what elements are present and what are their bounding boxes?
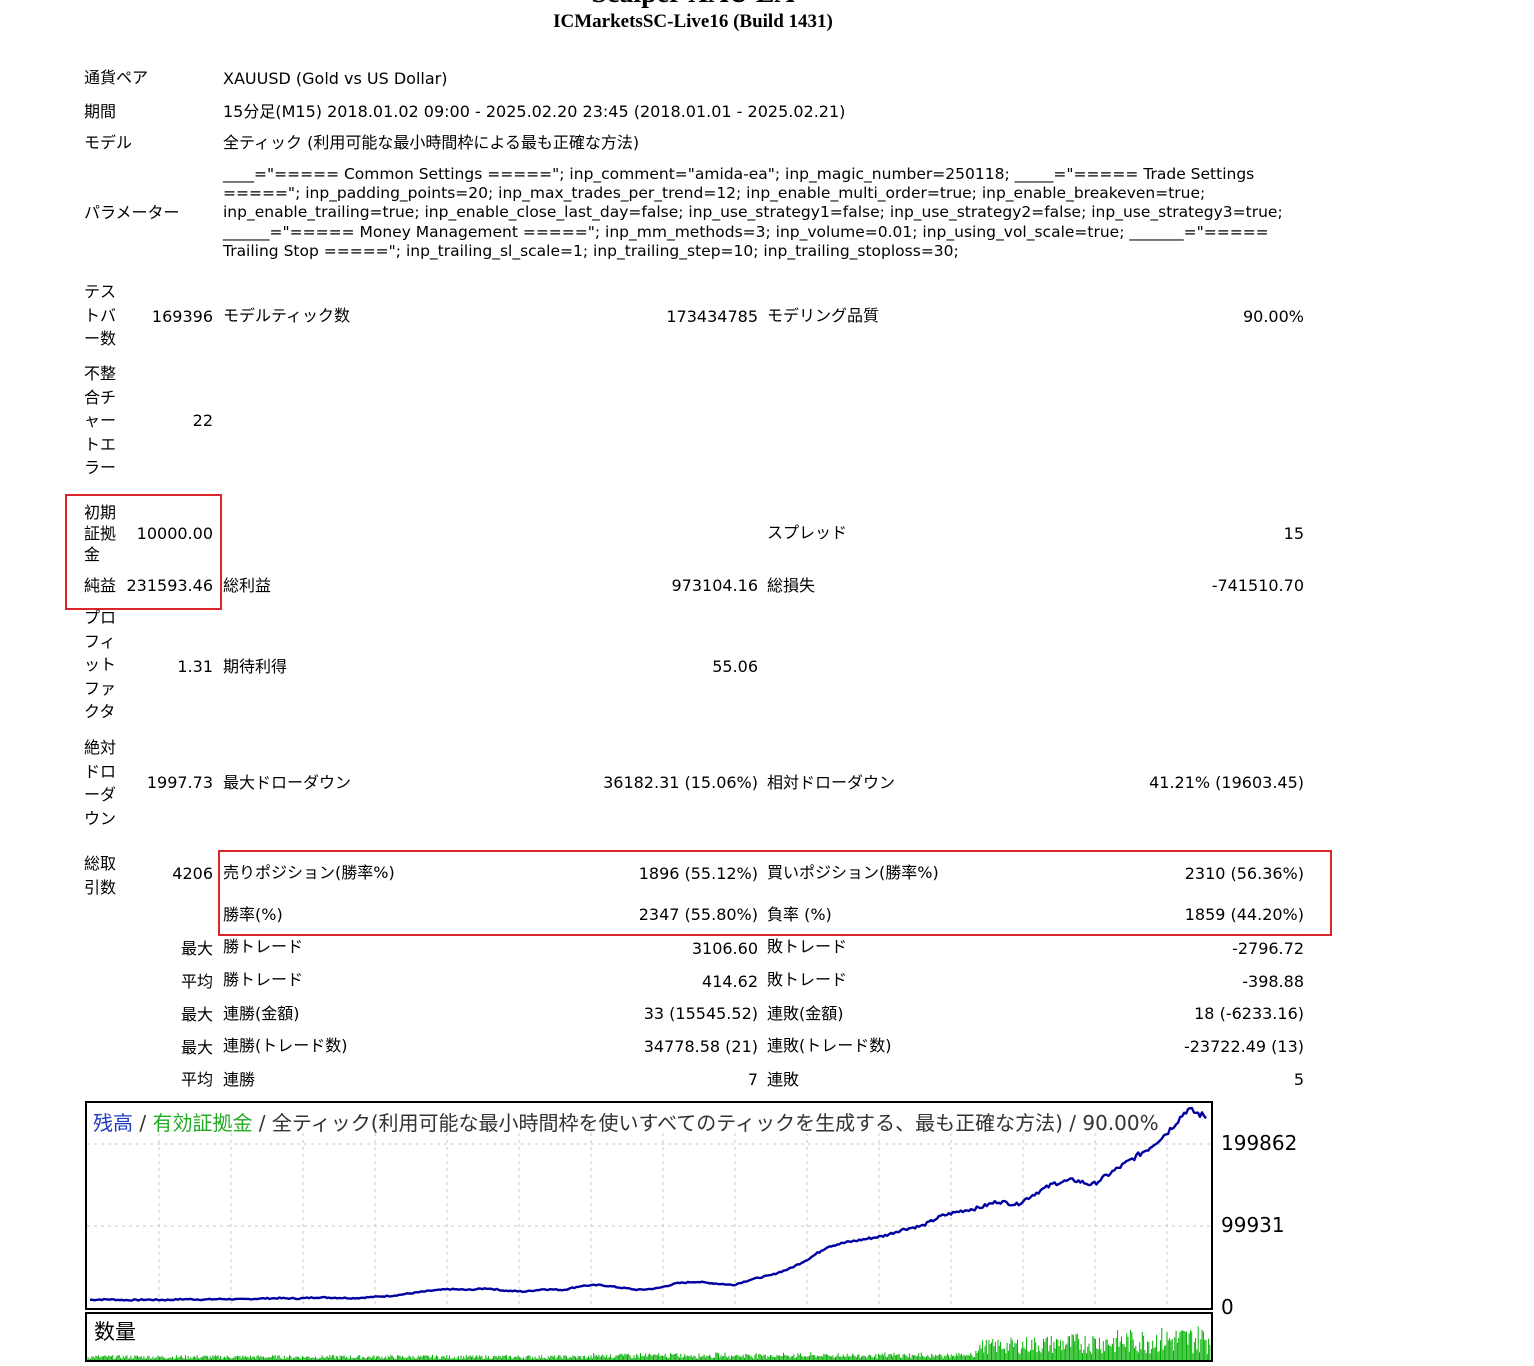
chart-legend: 残高 / 有効証拠金 / 全ティック(利用可能な最小時間枠を使いすべてのティック… bbox=[93, 1107, 1159, 1136]
volume-bars bbox=[87, 1326, 1211, 1360]
average-consecutive-label: 平均 bbox=[180, 1070, 213, 1089]
largest-loss-value: -2796.72 bbox=[1232, 939, 1304, 958]
model-ticks-label: モデルティック数 bbox=[223, 306, 351, 325]
symbol-value: XAUUSD (Gold vs US Dollar) bbox=[223, 69, 448, 88]
mismatch-errors-label: 不整合チャートエラー bbox=[84, 364, 117, 477]
absolute-drawdown-label: 絶対ドローダウン bbox=[84, 738, 117, 828]
model-label: モデル bbox=[84, 133, 133, 152]
average-consecutive-wins-value: 7 bbox=[747, 1070, 758, 1089]
average-consecutive-losses-label: 連敗 bbox=[767, 1070, 800, 1089]
total-trades-value: 4206 bbox=[172, 864, 213, 883]
balance-chart: 残高 / 有効証拠金 / 全ティック(利用可能な最小時間枠を使いすべてのティック… bbox=[85, 1101, 1213, 1310]
positions-highlight bbox=[218, 850, 1332, 936]
average-label: 平均 bbox=[180, 972, 213, 991]
average-consecutive-wins-label: 連勝 bbox=[223, 1070, 256, 1089]
consecutive-losses-money-label: 連敗(金額) bbox=[767, 1004, 844, 1023]
absolute-drawdown-value: 1997.73 bbox=[146, 773, 213, 792]
relative-drawdown-value: 41.21% (19603.45) bbox=[1149, 773, 1304, 792]
modeling-quality-label: モデリング品質 bbox=[767, 306, 880, 325]
profit-factor-label: プロフィットファクタ bbox=[84, 608, 117, 721]
legend-equity: 有効証拠金 bbox=[152, 1111, 253, 1135]
average-loss-value: -398.88 bbox=[1242, 972, 1304, 991]
average-loss-label: 敗トレード bbox=[767, 970, 848, 989]
gross-profit-label: 総利益 bbox=[223, 576, 272, 595]
profit-factor-value: 1.31 bbox=[177, 657, 213, 676]
consecutive-wins-money-label: 連勝(金額) bbox=[223, 1004, 300, 1023]
model-value: 全ティック (利用可能な最小時間枠による最も正確な方法) bbox=[223, 133, 640, 152]
consecutive-losses-count-value: -23722.49 (13) bbox=[1183, 1037, 1304, 1056]
period-value: 15分足(M15) 2018.01.02 09:00 - 2025.02.20 … bbox=[223, 102, 846, 121]
spread-label: スプレッド bbox=[767, 523, 848, 542]
maximal-drawdown-label: 最大ドローダウン bbox=[223, 773, 352, 792]
largest-win-value: 3106.60 bbox=[691, 939, 758, 958]
consecutive-wins-money-value: 33 (15545.52) bbox=[643, 1004, 758, 1023]
expected-payoff-label: 期待利得 bbox=[223, 657, 288, 676]
y-tick-label: 199862 bbox=[1221, 1130, 1298, 1155]
largest-loss-label: 敗トレード bbox=[767, 937, 848, 956]
deposit-net-highlight bbox=[65, 494, 222, 610]
consecutive-losses-count-label: 連敗(トレード数) bbox=[767, 1036, 892, 1055]
gross-loss-label: 総損失 bbox=[767, 576, 816, 595]
gross-loss-value: -741510.70 bbox=[1211, 576, 1304, 595]
volume-chart: 数量 bbox=[85, 1312, 1213, 1362]
balance-line bbox=[89, 1107, 1207, 1302]
y-tick-label: 99931 bbox=[1221, 1212, 1285, 1237]
average-win-label: 勝トレード bbox=[223, 970, 304, 989]
maximal-drawdown-value: 36182.31 (15.06%) bbox=[603, 773, 758, 792]
average-consecutive-losses-value: 5 bbox=[1293, 1070, 1304, 1089]
legend-separator: / bbox=[133, 1111, 153, 1135]
average-win-value: 414.62 bbox=[702, 972, 758, 991]
spread-value: 15 bbox=[1283, 524, 1304, 543]
period-label: 期間 bbox=[84, 102, 117, 121]
model-ticks-value: 173434785 bbox=[666, 307, 758, 326]
total-trades-label: 総取引数 bbox=[84, 854, 117, 897]
mismatch-errors-value: 22 bbox=[192, 411, 213, 430]
report-subtitle: ICMarketsSC-Live16 (Build 1431) bbox=[553, 11, 833, 32]
consecutive-wins-count-value: 34778.58 (21) bbox=[643, 1037, 758, 1056]
symbol-label: 通貨ペア bbox=[84, 68, 149, 87]
y-tick-label: 0 bbox=[1221, 1295, 1234, 1319]
modeling-quality-value: 90.00% bbox=[1242, 307, 1304, 326]
legend-balance: 残高 bbox=[93, 1111, 133, 1135]
gross-profit-value: 973104.16 bbox=[671, 576, 758, 595]
report-title: Scalper XAU EA bbox=[0, 0, 1386, 10]
maximum-label: 最大 bbox=[180, 1005, 213, 1024]
test-bars-value: 169396 bbox=[151, 307, 213, 326]
largest-label: 最大 bbox=[180, 939, 213, 958]
parameters-label: パラメーター bbox=[84, 203, 180, 222]
volume-label: 数量 bbox=[94, 1320, 136, 1344]
legend-description: / 全ティック(利用可能な最小時間枠を使いすべてのティックを生成する、最も正確な… bbox=[252, 1111, 1159, 1135]
expected-payoff-value: 55.06 bbox=[712, 657, 758, 676]
relative-drawdown-label: 相対ドローダウン bbox=[767, 773, 896, 792]
maximal-label: 最大 bbox=[180, 1038, 213, 1057]
test-bars-label: テストバー数 bbox=[84, 282, 117, 348]
consecutive-wins-count-label: 連勝(トレード数) bbox=[223, 1036, 348, 1055]
consecutive-losses-money-value: 18 (-6233.16) bbox=[1194, 1004, 1304, 1023]
parameters-value: ____="===== Common Settings ====="; inp_… bbox=[223, 165, 1283, 260]
largest-win-label: 勝トレード bbox=[223, 937, 304, 956]
